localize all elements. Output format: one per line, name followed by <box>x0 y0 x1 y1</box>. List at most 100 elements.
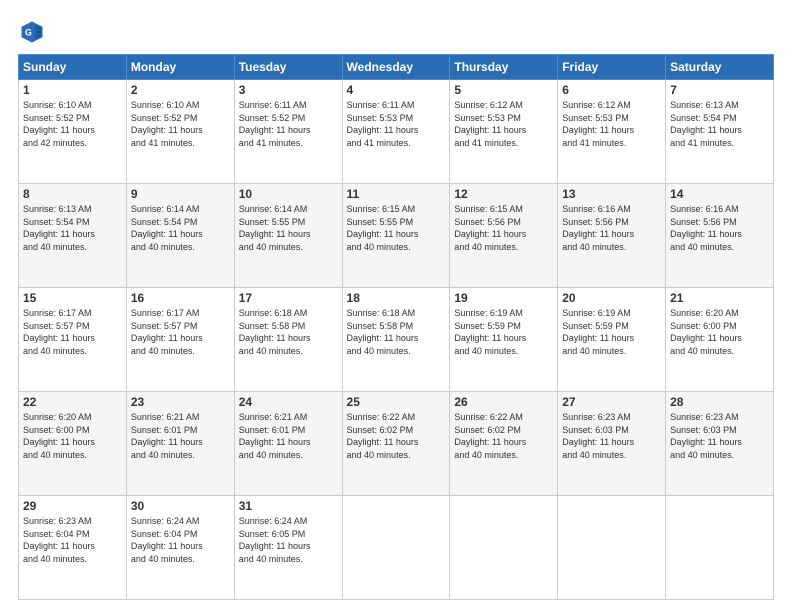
day-info: Sunrise: 6:11 AM Sunset: 5:53 PM Dayligh… <box>347 99 446 149</box>
weekday-row: SundayMondayTuesdayWednesdayThursdayFrid… <box>19 55 774 80</box>
calendar-cell: 22 Sunrise: 6:20 AM Sunset: 6:00 PM Dayli… <box>19 392 127 496</box>
day-info: Sunrise: 6:22 AM Sunset: 6:02 PM Dayligh… <box>347 411 446 461</box>
calendar-cell: 21 Sunrise: 6:20 AM Sunset: 6:00 PM Dayli… <box>666 288 774 392</box>
day-number: 23 <box>131 395 230 409</box>
day-info: Sunrise: 6:16 AM Sunset: 5:56 PM Dayligh… <box>562 203 661 253</box>
day-info: Sunrise: 6:14 AM Sunset: 5:54 PM Dayligh… <box>131 203 230 253</box>
calendar-cell <box>666 496 774 600</box>
day-info: Sunrise: 6:22 AM Sunset: 6:02 PM Dayligh… <box>454 411 553 461</box>
day-number: 19 <box>454 291 553 305</box>
day-number: 16 <box>131 291 230 305</box>
day-number: 21 <box>670 291 769 305</box>
calendar-cell <box>558 496 666 600</box>
day-number: 20 <box>562 291 661 305</box>
calendar-cell: 8 Sunrise: 6:13 AM Sunset: 5:54 PM Daylig… <box>19 184 127 288</box>
day-number: 10 <box>239 187 338 201</box>
calendar-cell: 18 Sunrise: 6:18 AM Sunset: 5:58 PM Dayli… <box>342 288 450 392</box>
day-number: 30 <box>131 499 230 513</box>
calendar-cell: 1 Sunrise: 6:10 AM Sunset: 5:52 PM Daylig… <box>19 80 127 184</box>
calendar-cell: 17Sunrise: 6:18 AM Sunset: 5:58 PM Dayli… <box>234 288 342 392</box>
day-number: 31 <box>239 499 338 513</box>
calendar-cell: 13 Sunrise: 6:16 AM Sunset: 5:56 PM Dayli… <box>558 184 666 288</box>
day-number: 11 <box>347 187 446 201</box>
calendar-week-0: 1 Sunrise: 6:10 AM Sunset: 5:52 PM Daylig… <box>19 80 774 184</box>
day-number: 7 <box>670 83 769 97</box>
calendar-week-3: 22 Sunrise: 6:20 AM Sunset: 6:00 PM Dayli… <box>19 392 774 496</box>
calendar-week-2: 15 Sunrise: 6:17 AM Sunset: 5:57 PM Dayli… <box>19 288 774 392</box>
day-info: Sunrise: 6:19 AM Sunset: 5:59 PM Dayligh… <box>562 307 661 357</box>
calendar-cell <box>450 496 558 600</box>
day-number: 13 <box>562 187 661 201</box>
day-info: Sunrise: 6:21 AM Sunset: 6:01 PM Dayligh… <box>239 411 338 461</box>
calendar-week-1: 8 Sunrise: 6:13 AM Sunset: 5:54 PM Daylig… <box>19 184 774 288</box>
calendar-cell: 19 Sunrise: 6:19 AM Sunset: 5:59 PM Dayli… <box>450 288 558 392</box>
weekday-header-tuesday: Tuesday <box>234 55 342 80</box>
day-number: 6 <box>562 83 661 97</box>
day-info: Sunrise: 6:12 AM Sunset: 5:53 PM Dayligh… <box>454 99 553 149</box>
day-info: Sunrise: 6:21 AM Sunset: 6:01 PM Dayligh… <box>131 411 230 461</box>
logo: G <box>18 18 50 46</box>
day-number: 8 <box>23 187 122 201</box>
day-number: 27 <box>562 395 661 409</box>
day-info: Sunrise: 6:19 AM Sunset: 5:59 PM Dayligh… <box>454 307 553 357</box>
weekday-header-monday: Monday <box>126 55 234 80</box>
day-info: Sunrise: 6:18 AM Sunset: 5:58 PM Dayligh… <box>239 307 338 357</box>
calendar-cell: 20 Sunrise: 6:19 AM Sunset: 5:59 PM Dayli… <box>558 288 666 392</box>
calendar-cell: 26 Sunrise: 6:22 AM Sunset: 6:02 PM Dayli… <box>450 392 558 496</box>
calendar-cell: 4 Sunrise: 6:11 AM Sunset: 5:53 PM Daylig… <box>342 80 450 184</box>
day-number: 5 <box>454 83 553 97</box>
day-number: 2 <box>131 83 230 97</box>
day-info: Sunrise: 6:17 AM Sunset: 5:57 PM Dayligh… <box>131 307 230 357</box>
day-info: Sunrise: 6:20 AM Sunset: 6:00 PM Dayligh… <box>23 411 122 461</box>
svg-text:G: G <box>25 28 32 38</box>
calendar-cell: 24 Sunrise: 6:21 AM Sunset: 6:01 PM Dayli… <box>234 392 342 496</box>
weekday-header-thursday: Thursday <box>450 55 558 80</box>
day-number: 26 <box>454 395 553 409</box>
day-info: Sunrise: 6:10 AM Sunset: 5:52 PM Dayligh… <box>23 99 122 149</box>
calendar-cell: 16 Sunrise: 6:17 AM Sunset: 5:57 PM Dayli… <box>126 288 234 392</box>
day-info: Sunrise: 6:24 AM Sunset: 6:05 PM Dayligh… <box>239 515 338 565</box>
day-info: Sunrise: 6:18 AM Sunset: 5:58 PM Dayligh… <box>347 307 446 357</box>
day-info: Sunrise: 6:23 AM Sunset: 6:03 PM Dayligh… <box>670 411 769 461</box>
calendar-cell: 28Sunrise: 6:23 AM Sunset: 6:03 PM Dayli… <box>666 392 774 496</box>
day-info: Sunrise: 6:11 AM Sunset: 5:52 PM Dayligh… <box>239 99 338 149</box>
day-info: Sunrise: 6:15 AM Sunset: 5:56 PM Dayligh… <box>454 203 553 253</box>
calendar-cell: 3 Sunrise: 6:11 AM Sunset: 5:52 PM Daylig… <box>234 80 342 184</box>
day-info: Sunrise: 6:12 AM Sunset: 5:53 PM Dayligh… <box>562 99 661 149</box>
day-number: 15 <box>23 291 122 305</box>
logo-icon: G <box>18 18 46 46</box>
day-info: Sunrise: 6:13 AM Sunset: 5:54 PM Dayligh… <box>670 99 769 149</box>
calendar-table: SundayMondayTuesdayWednesdayThursdayFrid… <box>18 54 774 600</box>
calendar-cell: 14Sunrise: 6:16 AM Sunset: 5:56 PM Dayli… <box>666 184 774 288</box>
day-number: 18 <box>347 291 446 305</box>
calendar-cell: 11 Sunrise: 6:15 AM Sunset: 5:55 PM Dayli… <box>342 184 450 288</box>
calendar-cell: 2Sunrise: 6:10 AM Sunset: 5:52 PM Daylig… <box>126 80 234 184</box>
calendar-body: 1 Sunrise: 6:10 AM Sunset: 5:52 PM Daylig… <box>19 80 774 600</box>
day-number: 1 <box>23 83 122 97</box>
day-number: 22 <box>23 395 122 409</box>
page: G SundayMondayTuesdayWednesdayThursdayFr… <box>0 0 792 612</box>
day-info: Sunrise: 6:24 AM Sunset: 6:04 PM Dayligh… <box>131 515 230 565</box>
calendar-cell: 12 Sunrise: 6:15 AM Sunset: 5:56 PM Dayli… <box>450 184 558 288</box>
day-number: 3 <box>239 83 338 97</box>
day-number: 29 <box>23 499 122 513</box>
calendar-cell: 31 Sunrise: 6:24 AM Sunset: 6:05 PM Dayli… <box>234 496 342 600</box>
weekday-header-wednesday: Wednesday <box>342 55 450 80</box>
calendar-cell: 25 Sunrise: 6:22 AM Sunset: 6:02 PM Dayli… <box>342 392 450 496</box>
day-info: Sunrise: 6:15 AM Sunset: 5:55 PM Dayligh… <box>347 203 446 253</box>
day-info: Sunrise: 6:16 AM Sunset: 5:56 PM Dayligh… <box>670 203 769 253</box>
day-number: 24 <box>239 395 338 409</box>
calendar-cell: 7 Sunrise: 6:13 AM Sunset: 5:54 PM Daylig… <box>666 80 774 184</box>
calendar-week-4: 29Sunrise: 6:23 AM Sunset: 6:04 PM Dayli… <box>19 496 774 600</box>
day-number: 25 <box>347 395 446 409</box>
calendar-cell: 23 Sunrise: 6:21 AM Sunset: 6:01 PM Dayli… <box>126 392 234 496</box>
day-info: Sunrise: 6:13 AM Sunset: 5:54 PM Dayligh… <box>23 203 122 253</box>
day-number: 9 <box>131 187 230 201</box>
day-info: Sunrise: 6:17 AM Sunset: 5:57 PM Dayligh… <box>23 307 122 357</box>
day-number: 12 <box>454 187 553 201</box>
day-info: Sunrise: 6:14 AM Sunset: 5:55 PM Dayligh… <box>239 203 338 253</box>
day-info: Sunrise: 6:20 AM Sunset: 6:00 PM Dayligh… <box>670 307 769 357</box>
calendar-cell: 29Sunrise: 6:23 AM Sunset: 6:04 PM Dayli… <box>19 496 127 600</box>
weekday-header-sunday: Sunday <box>19 55 127 80</box>
day-number: 4 <box>347 83 446 97</box>
